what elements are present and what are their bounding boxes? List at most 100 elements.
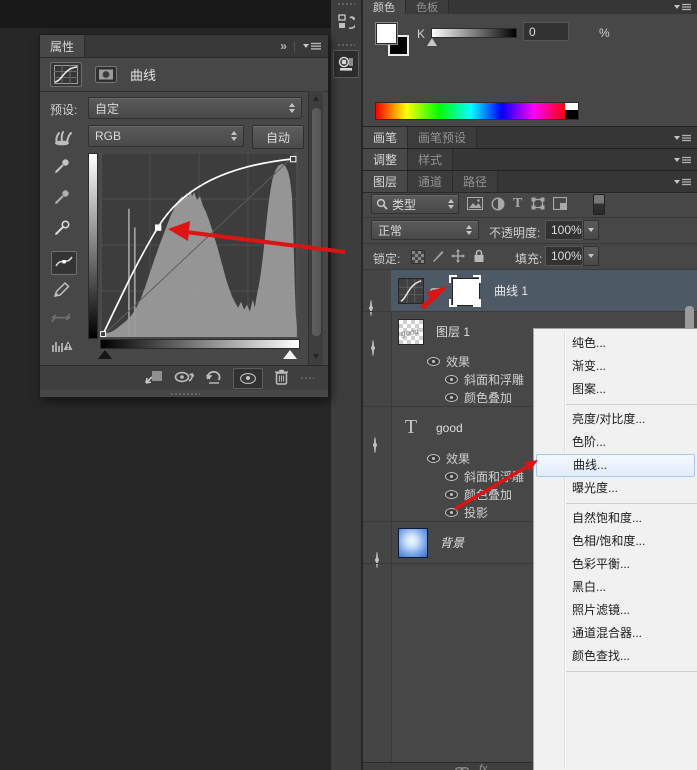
- layer-name[interactable]: 图层 1: [436, 323, 470, 340]
- layer-name[interactable]: 曲线 1: [494, 282, 528, 299]
- layer-visibility-eye-icon[interactable]: [374, 437, 376, 453]
- layer-style-fx-icon[interactable]: fx: [479, 763, 488, 770]
- gray-point-eyedropper-icon[interactable]: [49, 183, 81, 214]
- k-slider-thumb[interactable]: [427, 38, 437, 46]
- draw-curve-pencil-icon[interactable]: [49, 275, 81, 307]
- menu-item-levels[interactable]: 色阶...: [534, 431, 697, 454]
- panel-menu-icon[interactable]: [303, 42, 321, 50]
- brush-panel-menu-icon[interactable]: [674, 127, 697, 148]
- panel-resize-grip[interactable]: [170, 392, 200, 396]
- menu-item-curves[interactable]: 曲线...: [536, 454, 695, 477]
- fill-dropdown-icon[interactable]: [583, 246, 599, 266]
- curve-point-selected[interactable]: [155, 225, 160, 230]
- smooth-curve-tool-icon[interactable]: [49, 307, 81, 331]
- menu-item-gradient[interactable]: 渐变...: [534, 355, 697, 378]
- curves-adjustment-icon[interactable]: [50, 62, 82, 87]
- reset-icon[interactable]: [205, 369, 222, 387]
- k-slider-track[interactable]: [431, 28, 517, 38]
- white-point-slider[interactable]: [283, 350, 297, 359]
- filter-pixel-layers-icon[interactable]: [467, 197, 483, 213]
- collapse-to-icons-icon[interactable]: »: [280, 39, 286, 53]
- menu-item-color-balance[interactable]: 色彩平衡...: [534, 553, 697, 576]
- clip-to-layer-icon[interactable]: [145, 369, 163, 387]
- menu-item-hue-saturation[interactable]: 色相/饱和度...: [534, 530, 697, 553]
- tool-presets-panel-icon[interactable]: [333, 50, 359, 78]
- layer-mask-thumbnail[interactable]: [450, 276, 480, 306]
- curve-point-highlight[interactable]: [291, 156, 296, 161]
- filter-adjustment-layers-icon[interactable]: [491, 197, 505, 214]
- menu-item-photo-filter[interactable]: 照片滤镜...: [534, 599, 697, 622]
- layer-visibility-eye-icon[interactable]: [376, 552, 378, 568]
- opacity-field[interactable]: 100%: [545, 220, 583, 240]
- visibility-toggle-icon[interactable]: [233, 368, 263, 389]
- dock-grip[interactable]: [337, 43, 355, 47]
- curves-grid[interactable]: [100, 153, 298, 337]
- effect-visibility-eye-icon[interactable]: [427, 454, 440, 463]
- lock-position-icon[interactable]: [451, 249, 465, 266]
- layer-mask-properties-icon[interactable]: [90, 62, 122, 87]
- effect-visibility-eye-icon[interactable]: [427, 357, 440, 366]
- tab-brush-presets[interactable]: 画笔预设: [408, 127, 477, 148]
- properties-scrollbar[interactable]: [308, 91, 323, 366]
- tab-paths[interactable]: 路径: [453, 171, 498, 192]
- curve-point-shadow[interactable]: [101, 332, 106, 337]
- scroll-down-icon[interactable]: [313, 354, 319, 359]
- opacity-dropdown-icon[interactable]: [583, 220, 599, 240]
- dock-grip[interactable]: [337, 2, 355, 6]
- lock-transparency-icon[interactable]: [411, 250, 425, 264]
- lock-all-icon[interactable]: [473, 249, 485, 266]
- tab-color[interactable]: 颜色: [363, 0, 406, 14]
- menu-item-channel-mixer[interactable]: 通道混合器...: [534, 622, 697, 645]
- filter-shape-layers-icon[interactable]: [531, 197, 545, 213]
- curves-layer-thumbnail[interactable]: [398, 278, 424, 304]
- auto-button[interactable]: 自动: [252, 125, 304, 149]
- menu-item-solid-color[interactable]: 纯色...: [534, 332, 697, 355]
- effect-visibility-eye-icon[interactable]: [445, 393, 458, 402]
- background-layer-thumbnail[interactable]: [398, 528, 428, 558]
- menu-item-vibrance[interactable]: 自然饱和度...: [534, 507, 697, 530]
- effect-visibility-eye-icon[interactable]: [445, 508, 458, 517]
- layer1-thumbnail[interactable]: good: [398, 319, 424, 345]
- layers-panel-menu-icon[interactable]: [674, 171, 697, 192]
- white-point-eyedropper-icon[interactable]: [49, 214, 81, 245]
- adjustments-panel-menu-icon[interactable]: [674, 149, 697, 170]
- black-point-eyedropper-icon[interactable]: [49, 152, 81, 183]
- scrollbar-thumb[interactable]: [311, 107, 322, 337]
- fill-field[interactable]: 100%: [545, 246, 583, 266]
- tab-adjustments[interactable]: 调整: [363, 149, 408, 170]
- view-previous-state-icon[interactable]: [174, 370, 194, 387]
- layer-visibility-eye-icon[interactable]: [370, 300, 372, 316]
- delete-adjustment-icon[interactable]: [274, 369, 289, 388]
- k-value-field[interactable]: 0: [523, 22, 569, 41]
- histogram-warning-icon[interactable]: [49, 331, 81, 361]
- layer-visibility-eye-icon[interactable]: [372, 340, 374, 356]
- menu-item-pattern[interactable]: 图案...: [534, 378, 697, 401]
- effect-visibility-eye-icon[interactable]: [445, 490, 458, 499]
- lock-pixels-icon[interactable]: [431, 249, 445, 266]
- text-layer-thumbnail[interactable]: T: [398, 415, 424, 441]
- menu-item-black-white[interactable]: 黑白...: [534, 576, 697, 599]
- black-point-slider[interactable]: [98, 350, 112, 359]
- targeted-adjustment-tool-icon[interactable]: [49, 125, 81, 152]
- layer-name[interactable]: good: [436, 421, 463, 435]
- filter-kind-select[interactable]: 类型: [371, 194, 459, 214]
- tab-brush[interactable]: 画笔: [363, 127, 408, 148]
- blend-mode-select[interactable]: 正常: [371, 220, 479, 240]
- color-panel-menu-icon[interactable]: [674, 0, 697, 14]
- menu-item-color-lookup[interactable]: 颜色查找...: [534, 645, 697, 668]
- tab-styles[interactable]: 样式: [408, 149, 453, 170]
- channel-select[interactable]: RGB: [88, 125, 244, 147]
- effect-visibility-eye-icon[interactable]: [445, 472, 458, 481]
- edit-curve-points-tool-icon[interactable]: [51, 251, 77, 275]
- history-panel-icon[interactable]: [334, 9, 358, 35]
- filter-smart-objects-icon[interactable]: [553, 197, 567, 213]
- filter-type-layers-icon[interactable]: T: [513, 196, 522, 212]
- scroll-up-icon[interactable]: [313, 96, 319, 101]
- spectrum-black-swatch[interactable]: [565, 110, 579, 120]
- preset-select[interactable]: 自定: [88, 97, 302, 119]
- menu-item-exposure[interactable]: 曝光度...: [534, 477, 697, 500]
- layer-name[interactable]: 背景: [440, 534, 464, 551]
- menu-item-brightness-contrast[interactable]: 亮度/对比度...: [534, 408, 697, 431]
- tab-swatches[interactable]: 色板: [406, 0, 449, 14]
- tab-properties[interactable]: 属性: [40, 35, 85, 57]
